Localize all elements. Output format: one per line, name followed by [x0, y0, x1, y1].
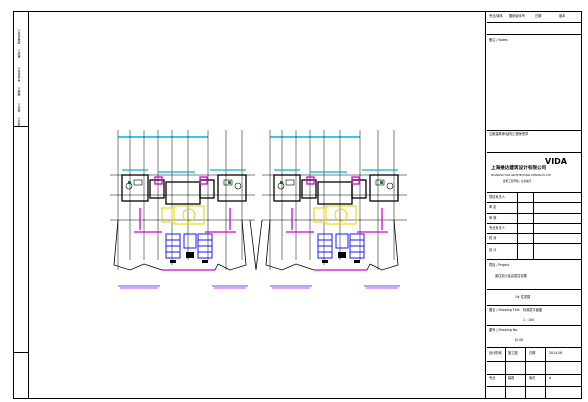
sign-row-label: 设 计	[489, 248, 497, 252]
sign-row-label: 审 核	[489, 216, 497, 220]
sign-row: 设 计	[487, 244, 582, 260]
date-value: 2014.06	[549, 351, 563, 355]
drawing-no-label: 图号 / Drawing No.	[489, 328, 519, 332]
sign-row: 专业负责人	[487, 224, 582, 234]
binding-strip-item: 审核人	[17, 87, 21, 96]
sheet-label: 专业	[489, 376, 496, 380]
notes-label: 备注 / Notes	[489, 38, 508, 42]
notes-section: 备注 / Notes	[487, 35, 582, 131]
unit-left	[110, 130, 255, 289]
bottom-grid-divider	[487, 374, 582, 375]
subitem-name: 1# 住宅楼	[515, 295, 531, 299]
binding-strip: 项目负责人 审定人 专业负责人 审核人 校对人 设计人	[13, 11, 29, 399]
company-section: VIDA 上海维达建筑设计有限公司 SHANGHAI VIDA ARCHITEC…	[487, 153, 582, 193]
drawing-title: 标准层平面图	[523, 308, 543, 312]
sign-row: 校 对	[487, 234, 582, 244]
drawing-title-section: 图名 / Drawing Title 标准层平面图 1 : 100	[487, 306, 582, 326]
bottom-grid-divider	[487, 386, 582, 387]
unit-right	[262, 130, 407, 289]
scale: 1 : 100	[523, 318, 535, 322]
phase-value: 施工图	[508, 351, 518, 355]
top-row-cell: 图纸版本号	[509, 14, 525, 18]
drawing-sheet: 项目负责人 审定人 专业负责人 审核人 校对人 设计人 专业/版本 图纸版本号 …	[0, 0, 588, 402]
date-label: 日期	[529, 351, 536, 355]
drawing-no-section: 图号 / Drawing No. JS-08	[487, 326, 582, 348]
drawing-title-label: 图名 / Drawing Title	[489, 308, 520, 312]
project-label: 项目 / Project	[489, 263, 510, 267]
sign-row: 审 核	[487, 214, 582, 224]
stamp-text: 注册建筑师/结构工程师签章	[489, 132, 529, 136]
title-block-top-row: 专业/版本 图纸版本号 日期 版本	[487, 11, 582, 23]
drawing-no: JS-08	[515, 338, 524, 342]
sign-row-label: 校 对	[489, 236, 497, 240]
company-name-cn: 上海维达建筑设计有限公司	[491, 166, 547, 171]
sign-column-divider	[517, 193, 518, 260]
subitem-section: 1# 住宅楼	[487, 290, 582, 306]
phase-label: 设计阶段	[489, 351, 502, 355]
sign-row-label: 审 定	[489, 205, 497, 209]
bottom-grid: 设计阶段 施工图 日期 2014.06 专业 建筑 版次 A	[487, 348, 582, 399]
sheet-value: 建筑	[508, 376, 515, 380]
sign-row-label: 项目负责人	[489, 195, 505, 199]
title-block: 专业/版本 图纸版本号 日期 版本 备注 / Notes 注册建筑师/结构工程师…	[487, 11, 582, 399]
party-wall	[249, 219, 263, 271]
binding-strip-item: 审定人	[17, 49, 21, 58]
company-cert: 建筑工程甲级 / 证书编号	[503, 180, 532, 183]
floor-plan	[110, 130, 407, 289]
rev-value: A	[549, 376, 552, 380]
company-name-en: SHANGHAI VIDA ARCHITECTURAL DESIGN CO.,L…	[491, 174, 551, 177]
bottom-grid-divider	[487, 361, 582, 362]
binding-strip-item: 专业负责人	[17, 67, 21, 82]
project-section: 项目 / Project 某住宅小区高层住宅楼	[487, 260, 582, 290]
top-row-cell: 版本	[559, 14, 566, 18]
sign-row: 审 定	[487, 203, 582, 214]
stamp-section: 注册建筑师/结构工程师签章	[487, 131, 582, 153]
title-block-row	[487, 23, 582, 35]
binding-strip-cell	[13, 352, 28, 400]
sign-row-label: 专业负责人	[489, 226, 505, 230]
sign-row: 项目负责人	[487, 193, 582, 203]
sign-column-divider	[533, 193, 534, 260]
project-name: 某住宅小区高层住宅楼	[495, 274, 527, 278]
binding-strip-item: 设计人	[17, 117, 21, 126]
top-row-cell: 日期	[535, 14, 542, 18]
binding-strip-item: 项目负责人	[17, 29, 21, 44]
binding-strip-item: 校对人	[17, 103, 21, 112]
top-row-cell: 专业/版本	[489, 14, 503, 18]
rev-label: 版次	[529, 376, 536, 380]
company-logo: VIDA	[545, 157, 567, 166]
